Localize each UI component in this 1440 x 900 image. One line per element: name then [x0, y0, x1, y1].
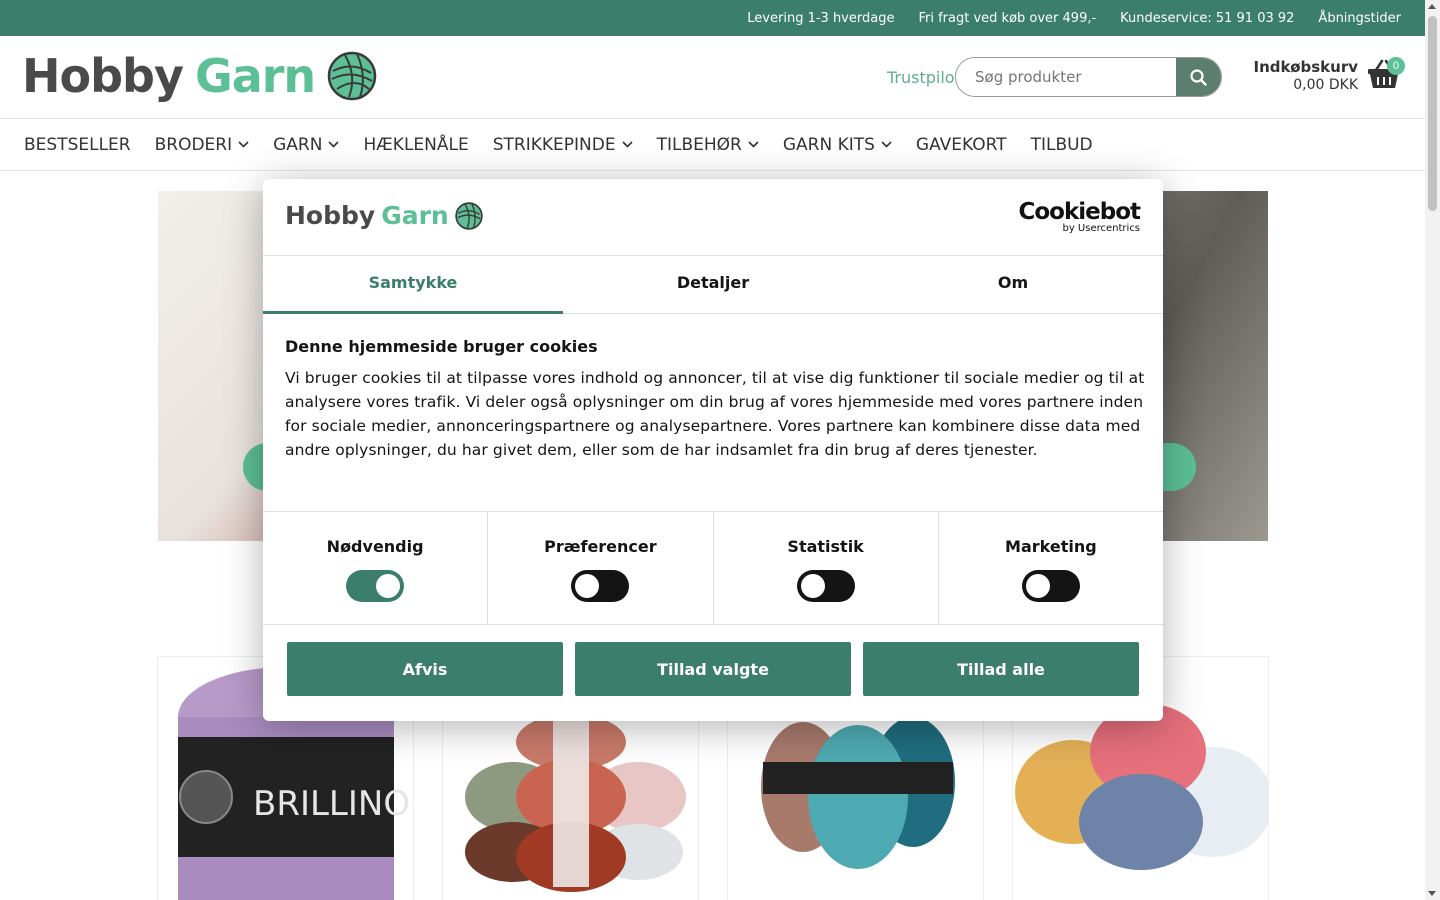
cart-total: 0,00 DKK	[1293, 77, 1358, 93]
delivery-info[interactable]: Levering 1-3 hverdage	[747, 11, 894, 26]
nav-item-label: GARN KITS	[782, 134, 875, 155]
dialog-heading: Denne hjemmeside bruger cookies	[285, 337, 598, 356]
dialog-description: Vi bruger cookies til at tilpasse vores …	[285, 369, 1145, 459]
statistics-toggle[interactable]	[796, 570, 855, 602]
trustpilot-link[interactable]: Trustpilot	[887, 68, 961, 87]
cart-widget[interactable]: Indkøbskurv 0,00 DKK 0	[1253, 57, 1405, 98]
nav-item-broderi[interactable]: BRODERI	[155, 135, 250, 155]
category-label: Statistik	[787, 537, 864, 556]
nav-item-label: HÆKLENÅLE	[363, 134, 469, 155]
marketing-toggle[interactable]	[1021, 570, 1080, 602]
category-marketing: Marketing	[939, 512, 1163, 624]
nav-item-label: GAVEKORT	[915, 134, 1007, 155]
yarn-ball-icon	[327, 51, 377, 101]
page-scrollbar[interactable]	[1425, 0, 1440, 900]
search-icon	[1190, 68, 1207, 86]
customer-service-link[interactable]: Kundeservice: 51 91 03 92	[1120, 11, 1294, 26]
dialog-actions: Afvis Tillad valgte Tillad alle	[287, 642, 1139, 696]
site-logo[interactable]: Hobby Garn	[22, 48, 377, 104]
chevron-down-icon	[881, 141, 892, 148]
cart-count-badge: 0	[1387, 57, 1405, 75]
nav-item-strikkepinde[interactable]: STRIKKEPINDE	[493, 135, 633, 155]
search-button[interactable]	[1176, 58, 1221, 96]
logo-word-hobby: Hobby	[22, 49, 184, 103]
decline-button[interactable]: Afvis	[287, 642, 563, 696]
scrollbar-thumb[interactable]	[1428, 16, 1437, 211]
opening-hours-link[interactable]: Åbningstider	[1318, 11, 1401, 26]
dialog-tabs: Samtykke Detaljer Om	[263, 256, 1163, 314]
dialog-header: Hobby Garn Cookiebot by Usercentrics	[263, 179, 1163, 256]
nav-item-label: TILBUD	[1030, 134, 1093, 155]
nav-item-label: BRODERI	[154, 134, 233, 155]
nav-item-label: BESTSELLER	[24, 134, 131, 155]
chevron-down-icon	[622, 141, 633, 148]
nav-item-label: GARN	[273, 134, 323, 155]
preferences-toggle[interactable]	[571, 570, 630, 602]
logo-word-garn: Garn	[381, 201, 449, 230]
search-bar	[955, 57, 1222, 97]
chevron-down-icon	[748, 141, 759, 148]
dialog-logo: Hobby Garn	[285, 201, 483, 230]
necessary-toggle[interactable]	[346, 570, 405, 602]
nav-item-garn-kits[interactable]: GARN KITS	[783, 135, 892, 155]
nav-item-hæklenåle[interactable]: HÆKLENÅLE	[363, 135, 468, 155]
cookiebot-logo[interactable]: Cookiebot by Usercentrics	[1018, 199, 1141, 235]
chevron-down-icon	[238, 141, 249, 148]
nav-item-tilbehør[interactable]: TILBEHØR	[657, 135, 759, 155]
top-info-bar: Levering 1-3 hverdage Fri fragt ved køb …	[0, 0, 1425, 36]
category-necessary: Nødvendig	[263, 512, 489, 624]
cart-label: Indkøbskurv	[1253, 58, 1358, 76]
nav-item-bestseller[interactable]: BESTSELLER	[24, 135, 131, 155]
product-brand-label: BRILLINO	[253, 784, 410, 824]
nav-item-garn[interactable]: GARN	[273, 134, 340, 155]
allow-all-button[interactable]: Tillad alle	[863, 642, 1139, 696]
category-label: Præferencer	[544, 537, 657, 556]
category-label: Marketing	[1005, 537, 1097, 556]
category-preferences: Præferencer	[488, 512, 714, 624]
tab-detaljer[interactable]: Detaljer	[563, 256, 863, 313]
tab-samtykke[interactable]: Samtykke	[263, 256, 563, 314]
allow-selected-button[interactable]: Tillad valgte	[575, 642, 851, 696]
nav-item-label: TILBEHØR	[656, 134, 742, 155]
main-nav: BESTSELLER BRODERI GARN HÆKLENÅLE STRIKKEPIN…	[0, 118, 1425, 171]
logo-word-garn: Garn	[194, 49, 316, 103]
yarn-ball-icon	[454, 201, 483, 230]
site-header: Hobby Garn Trustpilot Indkøbskurv 0,00 D…	[0, 36, 1425, 118]
free-shipping-info[interactable]: Fri fragt ved køb over 499,-	[918, 11, 1096, 26]
consent-categories: Nødvendig Præferencer Statistik Marketin…	[263, 511, 1163, 625]
nav-item-tilbud[interactable]: TILBUD	[1031, 135, 1093, 155]
category-label: Nødvendig	[326, 537, 424, 556]
tab-om[interactable]: Om	[863, 256, 1163, 313]
logo-word-hobby: Hobby	[285, 201, 376, 230]
nav-item-gavekort[interactable]: GAVEKORT	[916, 135, 1007, 155]
cookiebot-name: Cookiebot	[1018, 199, 1141, 225]
scroll-down-arrow-icon[interactable]	[1428, 891, 1436, 896]
chevron-down-icon	[328, 141, 340, 148]
search-input[interactable]	[956, 58, 1176, 96]
cookie-consent-dialog: Hobby Garn Cookiebot by Usercentrics Sam…	[263, 179, 1163, 721]
category-statistics: Statistik	[714, 512, 939, 624]
scroll-up-arrow-icon[interactable]	[1428, 4, 1436, 9]
dialog-body: Denne hjemmeside bruger cookies Vi bruge…	[285, 337, 1145, 462]
nav-item-label: STRIKKEPINDE	[492, 134, 616, 155]
